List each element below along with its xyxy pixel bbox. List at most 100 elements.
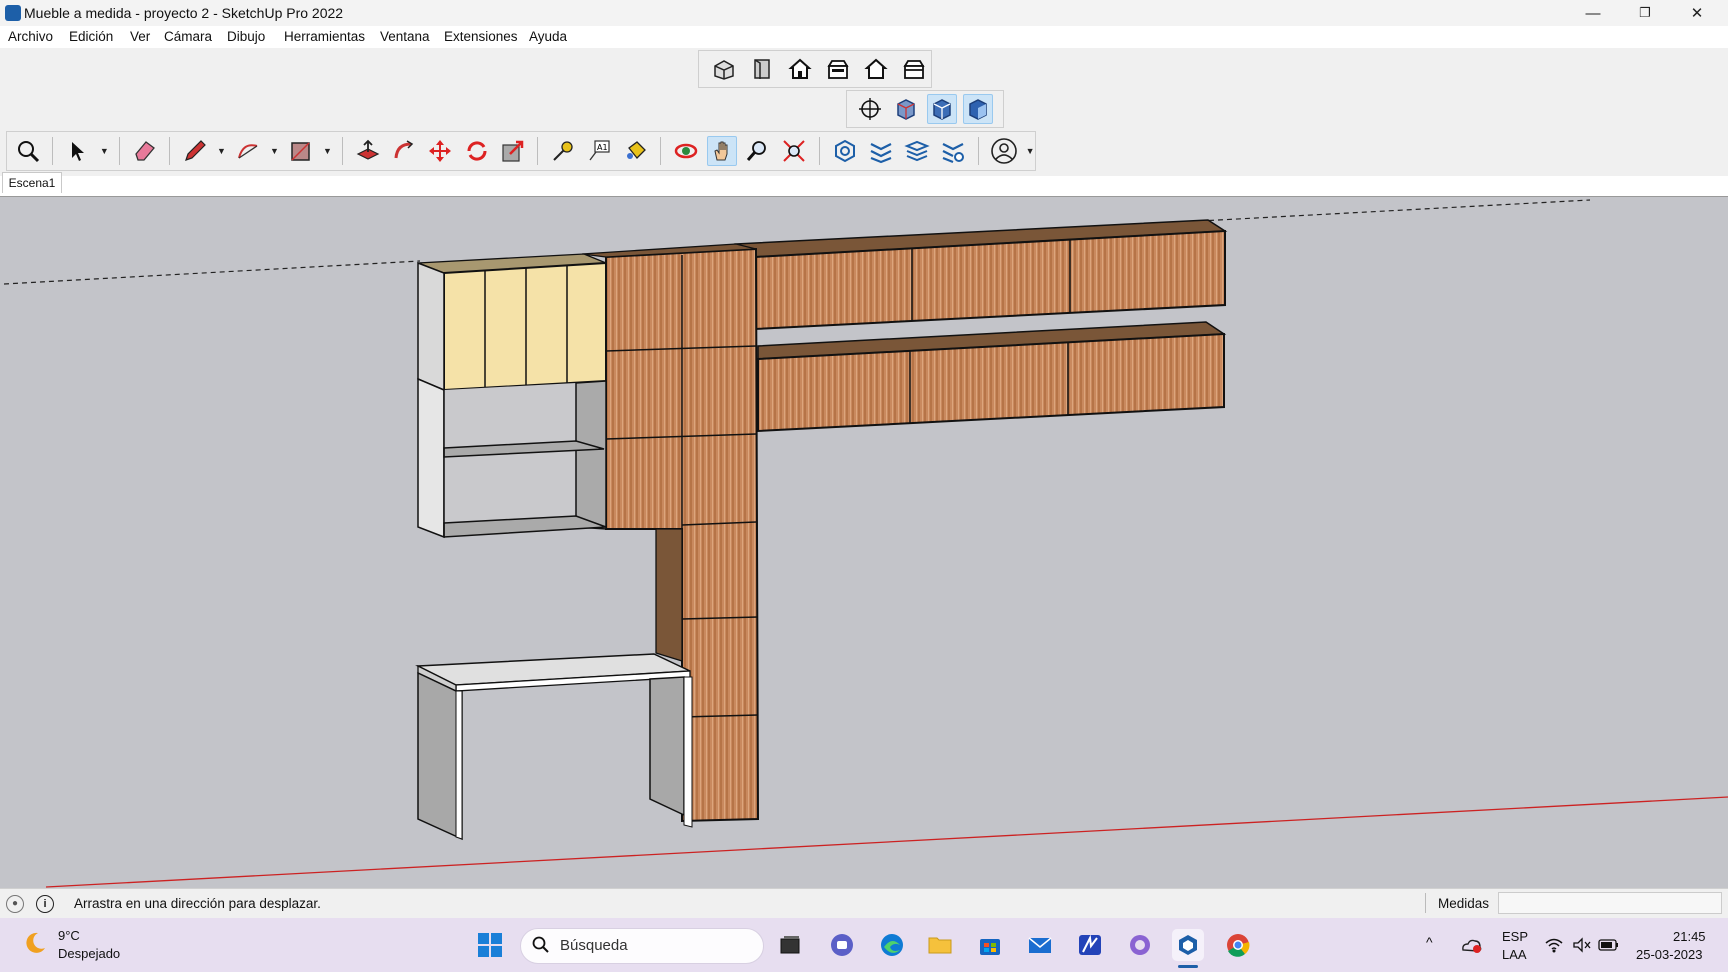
menu-dibujo[interactable]: Dibujo (227, 29, 265, 44)
wifi-icon[interactable] (1544, 936, 1564, 959)
iso-view-icon[interactable] (709, 54, 739, 84)
store-icon[interactable] (974, 929, 1006, 961)
menu-herramientas[interactable]: Herramientas (284, 29, 365, 44)
right-view-icon[interactable] (823, 54, 853, 84)
front-view-icon[interactable] (785, 54, 815, 84)
left-view-icon[interactable] (899, 54, 929, 84)
extension-manager-icon[interactable] (939, 136, 968, 166)
pan-icon[interactable] (707, 136, 737, 166)
menu-camara[interactable]: Cámara (164, 29, 212, 44)
orbit-icon[interactable] (671, 136, 700, 166)
push-pull-icon[interactable] (353, 136, 382, 166)
modeling-viewport[interactable] (0, 196, 1728, 889)
select-dropdown-icon[interactable]: ▼ (99, 136, 109, 166)
move-icon[interactable] (426, 136, 455, 166)
tape-measure-icon[interactable] (548, 136, 577, 166)
rectangle-icon[interactable] (286, 136, 315, 166)
search-placeholder: Búsqueda (560, 937, 628, 954)
menu-ayuda[interactable]: Ayuda (529, 29, 567, 44)
text-icon[interactable]: A1 (585, 136, 614, 166)
info-icon[interactable]: i (36, 895, 54, 913)
chrome-icon[interactable] (1222, 929, 1254, 961)
layout-icon[interactable] (903, 136, 932, 166)
toolbar-separator (169, 137, 171, 165)
menu-ver[interactable]: Ver (130, 29, 150, 44)
zoom-window-icon[interactable] (780, 136, 809, 166)
weather-moon-icon[interactable] (22, 930, 48, 956)
search-icon (532, 936, 550, 959)
taskbar-search[interactable] (520, 928, 764, 964)
menu-edicion[interactable]: Edición (69, 29, 113, 44)
follow-me-icon[interactable] (390, 136, 419, 166)
desk-leg-left (417, 671, 463, 841)
back-view-icon[interactable] (861, 54, 891, 84)
task-view-icon[interactable] (774, 929, 806, 961)
active-app-indicator (1178, 965, 1198, 968)
svg-text:A1: A1 (597, 143, 608, 152)
toolbar-separator (660, 137, 662, 165)
back-edges-icon[interactable] (891, 94, 921, 124)
input-language[interactable]: ESP (1502, 929, 1528, 944)
measurements-label: Medidas (1438, 896, 1490, 911)
extension-warehouse-icon[interactable] (866, 136, 895, 166)
line-dropdown-icon[interactable]: ▼ (217, 136, 227, 166)
clock-time[interactable]: 21:45 (1673, 929, 1706, 944)
onedrive-icon[interactable] (1460, 936, 1482, 959)
menu-archivo[interactable]: Archivo (8, 29, 53, 44)
status-divider (1425, 893, 1426, 913)
keyboard-layout[interactable]: LAA (1502, 947, 1527, 962)
xray-icon[interactable] (855, 94, 885, 124)
account-dropdown-icon[interactable]: ▼ (1025, 136, 1035, 166)
copilot-icon[interactable] (1124, 929, 1156, 961)
shaded-icon[interactable] (963, 94, 993, 124)
line-pencil-icon[interactable] (180, 136, 209, 166)
model-canvas (3, 199, 1728, 888)
status-message: Arrastra en una dirección para desplazar… (74, 896, 321, 911)
scale-icon[interactable] (498, 136, 527, 166)
toolbar-separator (977, 137, 979, 165)
arc-icon[interactable] (233, 136, 262, 166)
edge-browser-icon[interactable] (876, 929, 908, 961)
weather-desc: Despejado (58, 946, 121, 961)
scene-tab[interactable]: Escena1 (2, 172, 62, 193)
toolbar-separator (52, 137, 54, 165)
desk-leg-right (649, 676, 685, 817)
sketchup-app-icon[interactable] (5, 5, 21, 21)
select-icon[interactable] (63, 136, 92, 166)
arc-dropdown-icon[interactable]: ▼ (270, 136, 280, 166)
measurements-input[interactable] (1498, 892, 1722, 914)
mail-icon[interactable] (1024, 929, 1056, 961)
cream-doors (443, 261, 607, 392)
main-toolbar: ▼ ▼ ▼ ▼ A1 ▼ (6, 131, 1036, 171)
toolbar-separator (537, 137, 539, 165)
zoom-icon[interactable] (744, 136, 773, 166)
account-icon[interactable] (989, 136, 1018, 166)
red-axis-line (45, 796, 1728, 888)
top-view-icon[interactable] (747, 54, 777, 84)
shelf-side-right (575, 380, 607, 530)
wireframe-icon[interactable] (927, 94, 957, 124)
eraser-icon[interactable] (130, 136, 159, 166)
rotate-icon[interactable] (462, 136, 491, 166)
battery-icon[interactable] (1598, 938, 1620, 957)
sketchup-taskbar-icon[interactable] (1172, 929, 1204, 961)
views-toolbar (698, 50, 932, 88)
clock-date[interactable]: 25-03-2023 (1636, 947, 1703, 962)
powerautomate-icon[interactable] (1074, 929, 1106, 961)
close-button[interactable]: ✕ (1674, 0, 1720, 26)
menu-ventana[interactable]: Ventana (380, 29, 430, 44)
show-hidden-icons[interactable]: ^ (1426, 934, 1433, 950)
file-explorer-icon[interactable] (924, 929, 956, 961)
paint-bucket-icon[interactable] (621, 136, 650, 166)
rectangle-dropdown-icon[interactable]: ▼ (323, 136, 333, 166)
menu-extensiones[interactable]: Extensiones (444, 29, 518, 44)
zoom-extents-icon[interactable] (13, 136, 42, 166)
teams-chat-icon[interactable] (826, 929, 858, 961)
warehouse-icon[interactable] (830, 136, 859, 166)
volume-muted-icon[interactable] (1572, 936, 1592, 959)
minimize-button[interactable]: — (1570, 0, 1616, 26)
windows-start-icon[interactable] (474, 929, 506, 961)
geolocation-icon[interactable]: ● (6, 895, 24, 913)
restore-button[interactable]: ❐ (1622, 0, 1668, 26)
weather-temp: 9°C (58, 928, 80, 943)
